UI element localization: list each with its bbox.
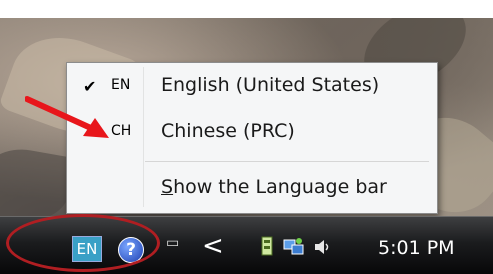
- menu-item-english[interactable]: ✔ EN English (United States): [69, 69, 435, 103]
- restore-icon[interactable]: ▭: [166, 235, 179, 251]
- show-hidden-icons-chevron[interactable]: <: [202, 231, 224, 261]
- check-icon: ✔: [83, 77, 97, 96]
- red-oval-annotation: [6, 214, 160, 272]
- safely-remove-hardware-icon[interactable]: [258, 235, 276, 257]
- menu-item-show-language-bar[interactable]: Show the Language bar: [69, 171, 435, 205]
- network-icon[interactable]: [283, 237, 305, 257]
- language-label: English (United States): [161, 74, 380, 96]
- top-strip: [0, 0, 493, 18]
- language-label: Chinese (PRC): [161, 120, 295, 142]
- language-menu: ✔ EN English (United States) CH Chinese …: [66, 62, 438, 214]
- show-language-bar-label: Show the Language bar: [161, 176, 387, 198]
- clock[interactable]: 5:01 PM: [378, 237, 455, 259]
- volume-icon[interactable]: [313, 237, 333, 257]
- menu-separator: [145, 161, 429, 162]
- menu-item-chinese[interactable]: CH Chinese (PRC): [69, 115, 435, 149]
- language-code: EN: [111, 77, 131, 93]
- red-arrow-annotation: [25, 96, 109, 138]
